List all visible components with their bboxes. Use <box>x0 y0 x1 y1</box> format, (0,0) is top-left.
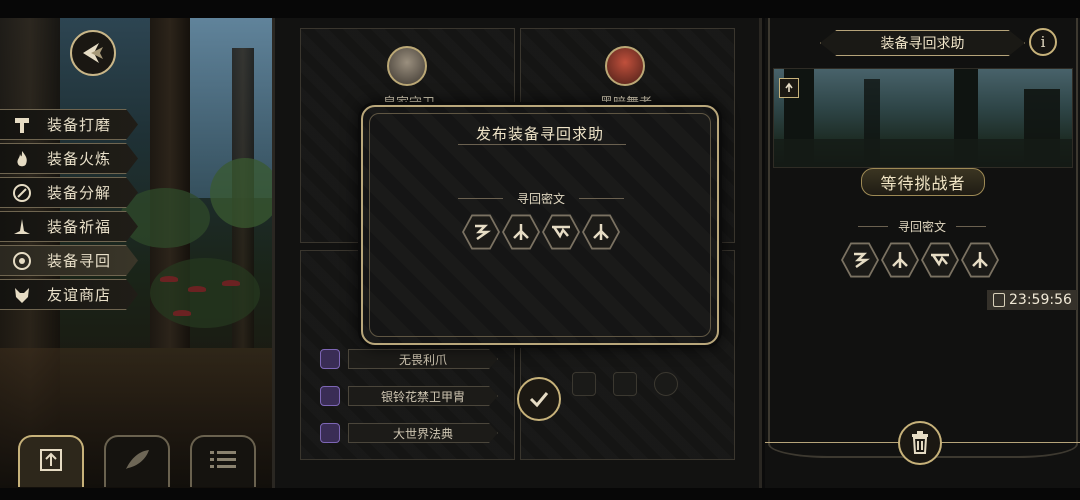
right-code-label: 寻回密文 <box>897 220 946 234</box>
armor-slot-icon <box>613 372 637 396</box>
menu-item-label: 装备分解 <box>47 184 112 202</box>
rune-code <box>462 213 620 251</box>
rune-slot[interactable] <box>542 214 580 250</box>
equipment-label: 无畏利爪 <box>348 349 498 369</box>
menu-item-label: 装备火炼 <box>47 150 112 168</box>
rune-b-icon <box>892 252 908 268</box>
countdown-timer: 23:59:56 <box>987 290 1077 310</box>
rune-slot <box>921 242 959 278</box>
avatar-dark-dancer[interactable] <box>605 46 645 86</box>
codex-icon <box>320 423 340 443</box>
delete-button[interactable] <box>898 421 942 465</box>
rune-slot <box>961 242 999 278</box>
rune-slot[interactable] <box>582 214 620 250</box>
hammer-icon <box>9 112 35 138</box>
rune-a-icon <box>475 224 491 241</box>
menu-item-bless[interactable]: 装备祈福 <box>0 211 138 242</box>
rune-b-icon <box>513 224 529 240</box>
equipment-label: 大世界法典 <box>348 423 498 443</box>
right-panel: 装备寻回求助 i 等待挑战者 寻回密文 23:59:56 <box>765 18 1080 488</box>
feather-icon <box>122 447 152 477</box>
rune-slot <box>881 242 919 278</box>
check-icon <box>529 392 549 408</box>
rune-b-icon <box>593 224 609 240</box>
avatar-royal-guard[interactable] <box>387 46 427 86</box>
publish-retrieve-modal: 发布装备寻回求助 寻回密文 <box>361 105 719 345</box>
rune-c-icon <box>931 253 949 267</box>
equipment-row[interactable]: 大世界法典 <box>320 422 498 444</box>
claw-icon <box>320 349 340 369</box>
equipment-row[interactable]: 无畏利爪 <box>320 348 498 370</box>
info-button[interactable]: i <box>1029 28 1057 56</box>
location-image <box>773 68 1073 168</box>
blessing-icon <box>9 214 35 240</box>
list-tab-button[interactable] <box>190 435 256 487</box>
timer-value: 23:59:56 <box>1009 292 1072 308</box>
rune-b-icon <box>972 252 988 268</box>
bottom-black-bar <box>0 488 1080 500</box>
modal-title: 发布装备寻回求助 <box>475 125 604 143</box>
upload-small-button[interactable] <box>779 78 799 98</box>
rune-slot <box>841 242 879 278</box>
menu-item-label: 装备寻回 <box>47 252 112 270</box>
back-arrow-icon <box>83 43 103 63</box>
trash-icon <box>912 431 928 454</box>
back-button[interactable] <box>70 30 116 76</box>
status-badge: 等待挑战者 <box>861 168 985 196</box>
right-rune-code <box>841 241 999 279</box>
list-icon <box>209 449 237 475</box>
ring-slot-icon <box>654 372 678 396</box>
game-screen: 装备打磨 装备火炼 装备分解 装备祈福 装备寻回 友谊商店 皇家守卫 黑暗舞者 … <box>0 0 1080 500</box>
upload-icon <box>38 447 64 477</box>
flame-icon <box>9 146 35 172</box>
menu-item-label: 友谊商店 <box>47 286 112 304</box>
equipment-row[interactable]: 银铃花禁卫甲胄 <box>320 385 498 407</box>
rune-slot[interactable] <box>502 214 540 250</box>
menu-item-label: 装备祈福 <box>47 218 112 236</box>
fox-icon <box>9 282 35 308</box>
menu-item-forge[interactable]: 装备火炼 <box>0 143 138 174</box>
menu-item-polish[interactable]: 装备打磨 <box>0 109 138 140</box>
code-label: 寻回密文 <box>516 192 565 206</box>
armor-icon <box>320 386 340 406</box>
menu-item-retrieve[interactable]: 装备寻回 <box>0 245 138 276</box>
rune-a-icon <box>854 252 870 269</box>
feather-tab-button[interactable] <box>104 435 170 487</box>
upload-icon <box>785 82 793 92</box>
top-black-bar <box>0 0 1080 18</box>
retrieve-icon <box>9 248 35 274</box>
decompose-icon <box>9 180 35 206</box>
side-menu: 装备打磨 装备火炼 装备分解 装备祈福 装备寻回 友谊商店 <box>0 109 140 313</box>
upload-tab-button[interactable] <box>18 435 84 487</box>
menu-item-friendship-shop[interactable]: 友谊商店 <box>0 279 138 310</box>
bottom-nav <box>18 435 256 487</box>
rune-slot[interactable] <box>462 214 500 250</box>
equipment-label: 银铃花禁卫甲胄 <box>348 386 498 406</box>
confirm-button[interactable] <box>517 377 561 421</box>
menu-item-label: 装备打磨 <box>47 116 112 134</box>
hourglass-icon <box>993 293 1005 307</box>
menu-item-decompose[interactable]: 装备分解 <box>0 177 138 208</box>
sword-slot-icon <box>572 372 596 396</box>
rune-c-icon <box>552 225 570 239</box>
right-panel-title: 装备寻回求助 <box>820 30 1025 56</box>
